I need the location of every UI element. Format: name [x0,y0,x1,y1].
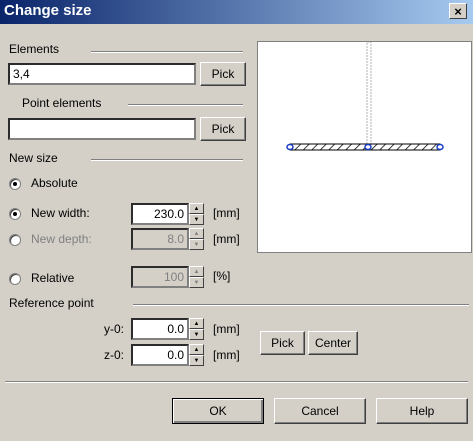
new-depth-input[interactable]: 8.0 [131,228,189,250]
absolute-radio[interactable] [9,178,21,190]
vertical-element [366,41,372,147]
spin-down-icon[interactable]: ▼ [189,355,204,366]
z0-unit: [mm] [213,348,240,362]
new-width-radio[interactable] [9,208,21,220]
point-elements-input[interactable] [8,118,196,140]
elements-separator [91,51,243,53]
reference-point-label: Reference point [9,296,94,310]
elements-pick-button[interactable]: Pick [200,62,246,86]
spin-up-icon[interactable]: ▲ [189,318,204,329]
new-width-spinner[interactable]: ▲ ▼ [189,203,204,225]
spin-up-icon[interactable]: ▲ [189,344,204,355]
spin-down-icon[interactable]: ▼ [189,214,204,225]
ok-button[interactable]: OK [172,398,264,424]
new-width-label: New width: [31,206,90,220]
reference-point-separator [133,304,469,306]
z0-spinner[interactable]: ▲ ▼ [189,344,204,366]
y0-spinner[interactable]: ▲ ▼ [189,318,204,340]
cancel-button[interactable]: Cancel [274,398,366,424]
y0-input[interactable]: 0.0 [131,318,189,340]
spin-up-icon[interactable]: ▲ [189,203,204,214]
node-center-icon [364,143,372,151]
point-elements-pick-button[interactable]: Pick [200,117,246,141]
point-elements-label: Point elements [22,96,102,110]
relative-spinner[interactable]: ▲ ▼ [189,266,204,288]
relative-input[interactable]: 100 [131,266,189,288]
beam-preview-graphic [286,41,444,151]
new-depth-label: New depth: [31,232,92,246]
relative-unit: [%] [213,269,231,283]
spin-down-icon[interactable]: ▼ [189,277,204,288]
new-depth-radio[interactable] [9,234,21,246]
z0-input[interactable]: 0.0 [131,344,189,366]
reference-pick-button[interactable]: Pick [260,331,305,355]
close-button[interactable]: × [449,3,467,19]
node-right-icon [436,143,444,151]
bottom-separator [5,381,468,383]
new-width-unit: [mm] [213,206,240,220]
relative-label: Relative [31,271,75,285]
new-depth-unit: [mm] [213,232,240,246]
point-elements-separator [128,104,243,106]
help-button[interactable]: Help [376,398,468,424]
new-size-separator [91,159,243,161]
spin-up-icon[interactable]: ▲ [189,228,204,239]
y0-unit: [mm] [213,322,240,336]
preview-pane [257,41,472,253]
spin-up-icon[interactable]: ▲ [189,266,204,277]
spin-down-icon[interactable]: ▼ [189,329,204,340]
elements-input[interactable]: 3,4 [8,63,196,85]
y0-label: y-0: [104,322,125,336]
center-button[interactable]: Center [308,331,358,355]
relative-radio[interactable] [9,273,21,285]
new-width-input[interactable]: 230.0 [131,203,189,225]
window-title: Change size [4,2,92,19]
spin-down-icon[interactable]: ▼ [189,239,204,250]
close-icon: × [454,3,462,19]
new-depth-spinner[interactable]: ▲ ▼ [189,228,204,250]
elements-label: Elements [9,42,60,56]
z0-label: z-0: [104,348,125,362]
node-left-icon [286,143,294,151]
absolute-label: Absolute [31,176,78,190]
new-size-label: New size [9,151,58,165]
